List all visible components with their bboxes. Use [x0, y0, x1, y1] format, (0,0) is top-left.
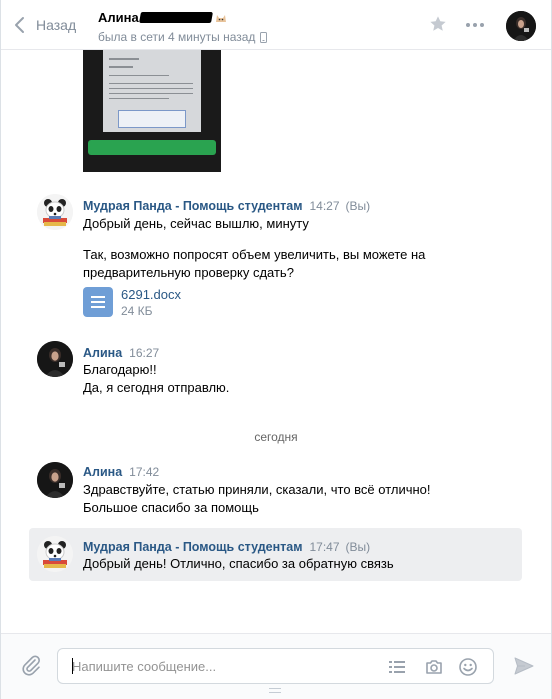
- document-name[interactable]: 6291.docx: [121, 287, 181, 303]
- camera-icon[interactable]: [424, 657, 444, 677]
- photo-line: [109, 58, 139, 60]
- message-text: Так, возможно попросят объем увеличить, …: [83, 246, 503, 282]
- peer-status-text: была в сети 4 минуты назад: [98, 30, 256, 44]
- message-text: Добрый день, сейчас вышлю, минуту: [83, 215, 503, 233]
- peer-name-text: Алина: [98, 10, 139, 25]
- redaction-mark: [138, 12, 213, 23]
- author-avatar[interactable]: [37, 341, 73, 377]
- panda-icon: [37, 536, 73, 572]
- photo-line: [109, 98, 169, 99]
- message-header: Мудрая Панда - Помощь студентам 17:47 (В…: [83, 540, 370, 554]
- star-icon[interactable]: [429, 15, 447, 33]
- author-name[interactable]: Мудрая Панда - Помощь студентам: [83, 540, 302, 554]
- emoji-icon[interactable]: [458, 657, 478, 677]
- message-time[interactable]: 16:27: [129, 346, 159, 360]
- message-input-box[interactable]: [57, 648, 494, 684]
- message-line: Большое спасибо за помощь: [83, 500, 259, 515]
- message-text: Добрый день! Отлично, спасибо за обратну…: [83, 555, 503, 573]
- panda-icon: [37, 194, 73, 230]
- message-time[interactable]: 17:42: [129, 465, 159, 479]
- own-message-mark: (Вы): [345, 199, 371, 213]
- template-list-icon[interactable]: [387, 657, 407, 677]
- message-header: Алина 16:27: [83, 346, 159, 360]
- date-separator: сегодня: [254, 430, 298, 444]
- author-avatar[interactable]: [37, 462, 73, 498]
- photo-line: [109, 93, 193, 94]
- more-icon[interactable]: [465, 18, 485, 32]
- message-line: Так, возможно попросят объем увеличить, …: [83, 247, 426, 262]
- chat-window: Назад Алина была в сети 4 минуты назад М…: [0, 0, 552, 699]
- message-line: Здравствуйте, статью приняли, сказали, ч…: [83, 482, 431, 497]
- author-avatar[interactable]: [37, 536, 73, 572]
- message-header: Мудрая Панда - Помощь студентам 14:27 (В…: [83, 199, 370, 213]
- peer-name[interactable]: Алина: [98, 10, 227, 25]
- document-attachment[interactable]: 6291.docx 24 КБ: [83, 287, 181, 319]
- message-header: Алина 17:42: [83, 465, 159, 479]
- message-line: Да, я сегодня отправлю.: [83, 380, 230, 395]
- paperclip-icon[interactable]: [20, 654, 42, 676]
- back-label: Назад: [36, 17, 77, 33]
- peer-status: была в сети 4 минуты назад: [98, 30, 268, 44]
- message-line: предварительную проверку сдать?: [83, 265, 294, 280]
- own-message-mark: (Вы): [345, 540, 371, 554]
- document-size: 24 КБ: [121, 304, 153, 318]
- resize-grip[interactable]: [269, 688, 281, 693]
- avatar-photo-icon: [506, 11, 536, 41]
- message-text: Благодарю!! Да, я сегодня отправлю.: [83, 361, 503, 397]
- message-input[interactable]: [70, 649, 370, 683]
- photo-attachment[interactable]: [83, 50, 221, 172]
- avatar-photo-icon: [37, 341, 73, 377]
- chevron-left-icon: [15, 17, 24, 33]
- author-name[interactable]: Мудрая Панда - Помощь студентам: [83, 199, 302, 213]
- back-button[interactable]: Назад: [13, 14, 76, 36]
- message-time[interactable]: 14:27: [309, 199, 339, 213]
- message-line: Благодарю!!: [83, 362, 157, 377]
- document-icon: [83, 287, 113, 317]
- message-text: Здравствуйте, статью приняли, сказали, ч…: [83, 481, 503, 517]
- photo-line: [109, 75, 169, 76]
- message-line: Добрый день, сейчас вышлю, минуту: [83, 216, 309, 231]
- avatar-photo-icon: [37, 462, 73, 498]
- author-avatar[interactable]: [37, 194, 73, 230]
- photo-box: [118, 110, 186, 128]
- photo-line: [109, 66, 133, 68]
- photo-line: [109, 83, 193, 84]
- author-name[interactable]: Алина: [83, 346, 122, 360]
- author-name[interactable]: Алина: [83, 465, 122, 479]
- peer-avatar[interactable]: [506, 11, 536, 41]
- message-line: Добрый день! Отлично, спасибо за обратну…: [83, 556, 394, 571]
- photo-green-bar: [88, 140, 216, 155]
- message-time[interactable]: 17:47: [309, 540, 339, 554]
- photo-line: [109, 88, 193, 89]
- chat-header: Назад Алина была в сети 4 минуты назад: [1, 0, 551, 50]
- cat-emoji-icon: [215, 14, 226, 22]
- mobile-icon: [260, 31, 268, 43]
- send-icon[interactable]: [513, 655, 535, 677]
